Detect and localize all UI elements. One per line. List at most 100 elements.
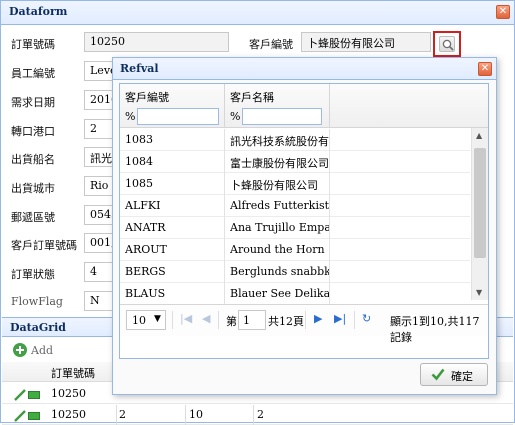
list-item[interactable]: 1083 訊光科技系統股份有限 — [120, 129, 470, 151]
column-divider — [224, 217, 225, 239]
datagrid-cell: 2 — [119, 408, 126, 421]
scrollbar-thumb[interactable] — [474, 148, 486, 258]
refval-close-icon[interactable]: ✕ — [478, 62, 492, 76]
employee-no-field[interactable]: Leve — [84, 61, 114, 81]
list-item[interactable]: 1085 卜蜂股份有限公司 — [120, 173, 470, 195]
page-prefix: 第 — [226, 315, 237, 328]
page-size-value: 10 — [132, 314, 146, 327]
customer-no-field[interactable]: 卜蜂股份有限公司 — [301, 32, 431, 52]
page-number-value: 1 — [243, 314, 250, 327]
list-item[interactable]: AROUT Around the Horn — [120, 239, 470, 261]
field-label-transfer-port: 轉口港口 — [11, 125, 55, 138]
last-page-icon[interactable]: ▶| — [334, 312, 346, 325]
datagrid-cell: 10 — [189, 408, 203, 421]
cell-customer-no: AROUT — [125, 243, 167, 256]
prev-page-icon[interactable]: ◀ — [202, 312, 210, 325]
column-divider — [329, 195, 330, 217]
datagrid-title: DataGrid — [10, 321, 66, 334]
column-header-customer-name[interactable]: 客戶名稱 — [230, 89, 274, 105]
cell-customer-name: 訊光科技系統股份有限 — [230, 135, 329, 148]
column-header-customer-no[interactable]: 客戶編號 — [125, 89, 169, 105]
page-size-select[interactable]: 10 ▼ — [126, 310, 166, 330]
cell-customer-no: BERGS — [125, 265, 166, 278]
pager-divider — [305, 311, 306, 329]
column-divider — [329, 151, 330, 173]
list-item[interactable]: ANATR Ana Trujillo Emparedad — [120, 217, 470, 239]
list-item[interactable]: BLAUS Blauer See Delikatessen — [120, 283, 470, 305]
ship-name-field[interactable]: 訊光月 — [84, 147, 114, 167]
filter-input-customer-name[interactable] — [242, 108, 322, 125]
customer-search-button[interactable] — [433, 31, 461, 57]
list-item[interactable]: ALFKI Alfreds Futterkiste — [120, 195, 470, 217]
column-divider — [253, 405, 254, 425]
datagrid-cell: 2 — [257, 408, 264, 421]
dataform-title: Dataform — [9, 5, 68, 18]
column-divider — [224, 283, 225, 305]
required-date-field[interactable]: 2016 — [84, 90, 114, 110]
field-label-flowflag: FlowFlag — [11, 295, 63, 308]
column-divider — [329, 173, 330, 195]
column-divider — [329, 217, 330, 239]
pager-divider — [172, 311, 173, 329]
cell-customer-name: Blauer See Delikatessen — [230, 287, 329, 300]
order-status-field[interactable]: 4 — [84, 262, 114, 282]
refval-title: Refval — [120, 62, 159, 75]
field-label-postal-code: 郵遞區號 — [11, 211, 55, 224]
cell-customer-no: 1085 — [125, 177, 153, 190]
cell-customer-name: Ana Trujillo Emparedad — [230, 221, 329, 234]
cell-customer-name: 卜蜂股份有限公司 — [230, 179, 318, 192]
scroll-down-icon[interactable]: ▼ — [476, 288, 482, 297]
cell-customer-no: ANATR — [125, 221, 166, 234]
list-item[interactable]: 1084 富士康股份有限公司 — [120, 151, 470, 173]
order-no-field[interactable]: 10250 — [84, 32, 229, 52]
cell-customer-no: ALFKI — [125, 199, 161, 212]
column-divider — [116, 405, 117, 425]
cell-customer-no: 1083 — [125, 133, 153, 146]
transfer-port-field[interactable]: 2 — [84, 119, 114, 139]
page-number-input[interactable]: 1 — [238, 310, 266, 330]
column-divider — [329, 261, 330, 283]
customer-order-no-field[interactable]: 001,0 — [84, 233, 114, 253]
edit-icon[interactable] — [14, 389, 26, 404]
pager-summary: 顯示1到10,共117記錄 — [390, 315, 480, 344]
scroll-up-icon[interactable]: ▲ — [476, 131, 482, 140]
refval-grid: 客戶編號 客戶名稱 % % 1083 訊光科技系統股份有限 1084 富士康股份… — [119, 83, 489, 359]
refval-dialog: Refval ✕ 客戶編號 客戶名稱 % % 1083 訊光科技系統股份有限 1… — [112, 57, 497, 395]
filter-prefix-customer-no: % — [125, 110, 136, 123]
column-divider — [224, 151, 225, 173]
filter-input-customer-no[interactable] — [137, 108, 219, 125]
cell-customer-no: 1084 — [125, 155, 153, 168]
delete-icon[interactable] — [28, 412, 40, 420]
datagrid-cell-order-no: 10250 — [51, 408, 86, 421]
next-page-icon[interactable]: ▶ — [314, 312, 322, 325]
add-label: Add — [31, 344, 54, 357]
vertical-scrollbar[interactable]: ▲ ▼ — [471, 128, 488, 300]
field-label-ship-name: 出貨船名 — [11, 153, 55, 166]
cell-customer-name: Alfreds Futterkiste — [230, 199, 329, 212]
pager: 10 ▼ |◀ ◀ 第 1 共12頁 ▶ ▶| ↻ 顯示1到10,共117記錄 — [120, 304, 488, 344]
column-divider — [224, 129, 225, 151]
refval-titlebar: Refval ✕ — [113, 58, 496, 80]
pager-divider — [354, 311, 355, 329]
list-item[interactable]: BERGS Berglunds snabbköp — [120, 261, 470, 283]
checkmark-icon — [431, 367, 445, 384]
page-suffix: 共12頁 — [268, 315, 304, 328]
field-label-required-date: 需求日期 — [11, 96, 55, 109]
column-divider — [224, 261, 225, 283]
postal-code-field[interactable]: 0545 — [84, 205, 114, 225]
pager-divider — [218, 311, 219, 329]
flowflag-field[interactable]: N — [84, 291, 114, 311]
datagrid-cell-order-no: 10250 — [51, 387, 86, 400]
ship-city-field[interactable]: Rio c — [84, 176, 114, 196]
first-page-icon[interactable]: |◀ — [180, 312, 192, 325]
field-label-customer-no: 客戶編號 — [249, 38, 293, 51]
delete-icon[interactable] — [28, 391, 40, 399]
datagrid-column-order-no[interactable]: 訂單號碼 — [51, 365, 95, 381]
refresh-icon[interactable]: ↻ — [362, 312, 371, 325]
table-row[interactable]: 10250 2 10 2 — [2, 405, 513, 425]
column-divider — [224, 173, 225, 195]
field-label-ship-city: 出貨城市 — [11, 182, 55, 195]
dataform-close-icon[interactable]: ✕ — [496, 5, 510, 19]
column-divider — [329, 129, 330, 151]
confirm-button[interactable]: 確定 — [420, 363, 488, 386]
